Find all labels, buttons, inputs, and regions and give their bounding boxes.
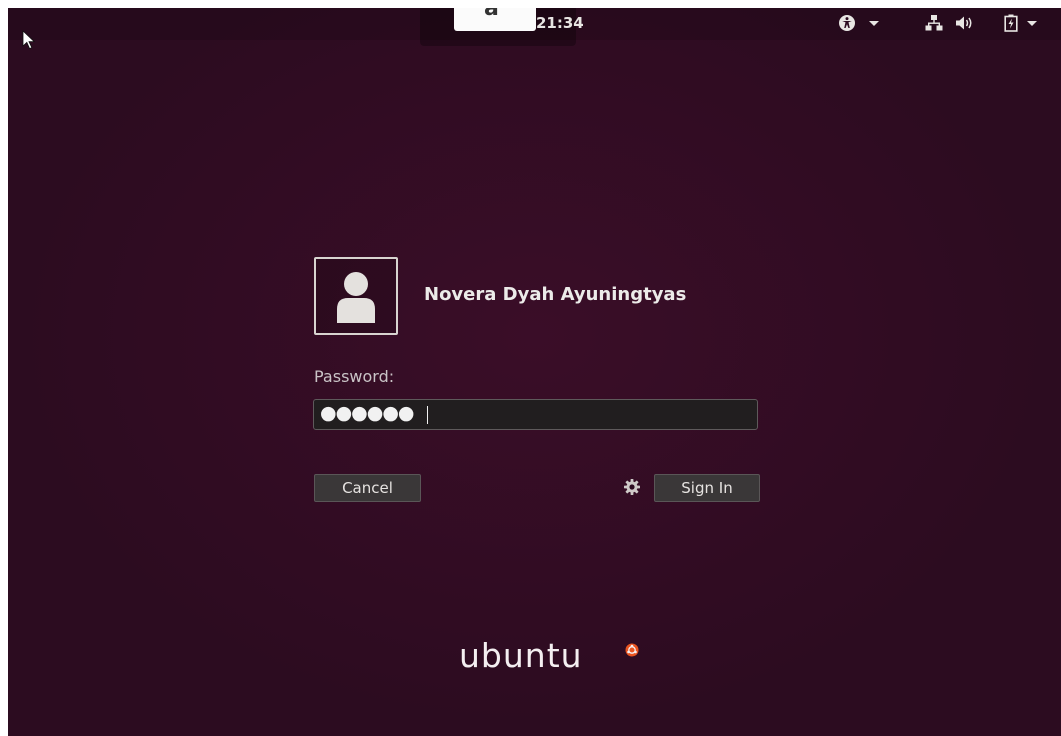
network-icon[interactable] (925, 14, 943, 36)
user-name: Novera Dyah Ayuningtyas (424, 284, 687, 305)
password-field[interactable]: ●●●●●● (313, 399, 758, 430)
sign-in-button[interactable]: Sign In (654, 474, 760, 502)
popup-tab: a (454, 8, 536, 31)
chevron-down-icon[interactable] (868, 14, 880, 36)
clock[interactable]: 21:34 (536, 14, 584, 32)
gear-icon[interactable] (623, 478, 641, 501)
accessibility-icon[interactable] (838, 14, 856, 36)
popup-glyph: a (484, 8, 499, 21)
chevron-down-icon[interactable] (1026, 14, 1038, 36)
volume-icon[interactable] (955, 14, 975, 36)
login-screen: a 21:34 Novera Dyah Ayuningtyas Password… (8, 8, 1061, 736)
ubuntu-logo: ubuntu (459, 636, 583, 675)
password-label: Password: (314, 367, 395, 386)
cancel-button[interactable]: Cancel (314, 474, 421, 502)
avatar (314, 257, 398, 335)
text-caret (427, 406, 428, 424)
password-value: ●●●●●● (320, 402, 414, 424)
user-silhouette-icon (337, 272, 375, 323)
ubuntu-circle-of-friends-icon (625, 642, 639, 661)
mouse-pointer-icon (22, 30, 36, 54)
battery-icon[interactable] (1004, 14, 1018, 36)
